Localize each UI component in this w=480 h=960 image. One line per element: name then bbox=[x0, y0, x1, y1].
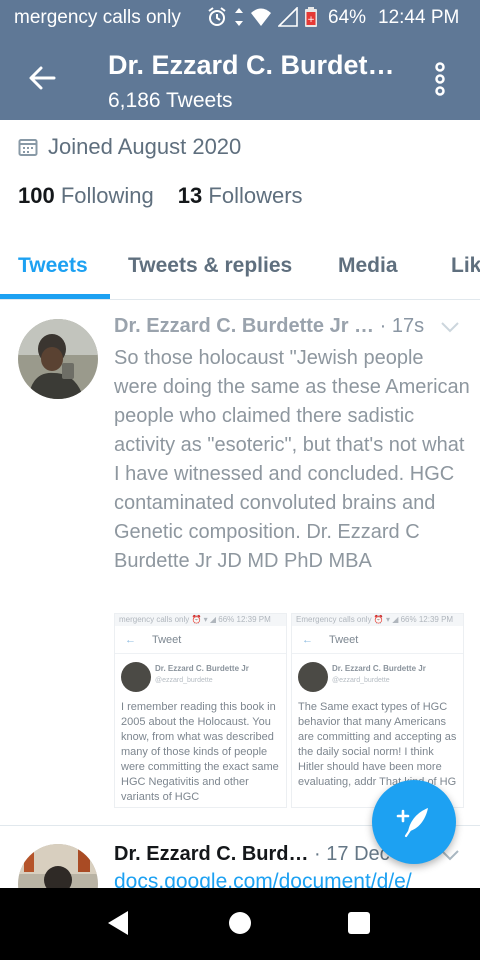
media-author-handle: @ezzard_burdette bbox=[332, 677, 390, 684]
media-author-name: Dr. Ezzard C. Burdette Jr bbox=[155, 664, 249, 673]
tweet-author-name[interactable]: Dr. Ezzard C. Burd… bbox=[114, 843, 308, 865]
more-vertical-icon[interactable] bbox=[432, 62, 448, 96]
media-avatar bbox=[121, 662, 151, 692]
tab-likes[interactable]: Lik bbox=[451, 254, 480, 278]
nav-recents-icon[interactable] bbox=[348, 912, 370, 934]
carrier-text: mergency calls only bbox=[14, 7, 181, 28]
status-icons: + bbox=[206, 6, 318, 28]
back-arrow-icon[interactable] bbox=[26, 62, 58, 94]
avatar[interactable] bbox=[18, 844, 98, 888]
media-tweet-text: I remember reading this book in 2005 abo… bbox=[121, 701, 279, 803]
nav-back-icon[interactable] bbox=[106, 910, 130, 936]
following-link[interactable]: 100 Following bbox=[18, 183, 154, 209]
followers-link[interactable]: 13 Followers bbox=[178, 183, 303, 209]
avatar[interactable] bbox=[18, 319, 98, 399]
followers-label: Followers bbox=[208, 183, 303, 208]
media-status-bar: mergency calls only ⏰ ▾ ◢ 66% 12:39 PM bbox=[115, 614, 286, 626]
wifi-icon bbox=[251, 8, 271, 26]
tab-tweets-and-replies[interactable]: Tweets & replies bbox=[128, 254, 292, 278]
profile-name-title: Dr. Ezzard C. Burdet… bbox=[108, 50, 395, 80]
joined-date: Joined August 2020 bbox=[18, 134, 241, 160]
tweet-time: · 17 Dec bbox=[314, 843, 390, 865]
profile-header: Dr. Ezzard C. Burdet… 6,186 Tweets bbox=[0, 36, 480, 120]
nav-home-icon[interactable] bbox=[229, 912, 251, 934]
status-bar: mergency calls only + 64% 12:44 PM bbox=[0, 0, 480, 36]
media-author-name: Dr. Ezzard C. Burdette Jr bbox=[332, 664, 426, 673]
media-header-title: Tweet bbox=[329, 633, 359, 646]
clock: 12:44 PM bbox=[378, 7, 460, 28]
data-arrows-icon bbox=[235, 8, 243, 26]
compose-quill-icon bbox=[396, 808, 428, 838]
avatar-image bbox=[18, 319, 98, 399]
media-header: ← Tweet bbox=[292, 626, 463, 654]
alarm-icon bbox=[208, 7, 226, 26]
tweet-time: · 17s bbox=[379, 315, 425, 337]
tweet-count: 6,186 Tweets bbox=[108, 89, 233, 112]
signal-icon bbox=[278, 7, 298, 27]
battery-icon: + bbox=[305, 7, 317, 27]
avatar-image bbox=[18, 844, 98, 888]
following-label: Following bbox=[60, 183, 154, 208]
system-navigation-bar bbox=[0, 888, 480, 960]
tweet-media[interactable]: mergency calls only ⏰ ▾ ◢ 66% 12:39 PM ←… bbox=[114, 613, 464, 808]
tweet-text: So those holocaust "Jewish people were d… bbox=[114, 347, 470, 572]
tweet[interactable]: Dr. Ezzard C. Burdette Jr … · 17s So tho… bbox=[0, 300, 480, 826]
tweet-link[interactable]: docs.google.com/document/d/e/ bbox=[114, 870, 412, 888]
joined-text: Joined August 2020 bbox=[48, 134, 242, 159]
media-image[interactable]: Emergency calls only ⏰ ▾ ◢ 66% 12:39 PM … bbox=[291, 613, 464, 808]
back-arrow-icon: ← bbox=[302, 633, 313, 646]
media-header: ← Tweet bbox=[115, 626, 286, 654]
battery-percent: 64% bbox=[328, 7, 367, 28]
tweet-header: Dr. Ezzard C. Burdette Jr … · 17s bbox=[114, 315, 424, 338]
back-arrow-icon: ← bbox=[125, 633, 136, 646]
tweet-author-name[interactable]: Dr. Ezzard C. Burdette Jr … bbox=[114, 315, 374, 337]
media-image[interactable]: mergency calls only ⏰ ▾ ◢ 66% 12:39 PM ←… bbox=[114, 613, 287, 808]
media-status-bar: Emergency calls only ⏰ ▾ ◢ 66% 12:39 PM bbox=[292, 614, 463, 626]
calendar-icon bbox=[18, 139, 38, 156]
follow-stats: 100 Following 13 Followers bbox=[18, 183, 303, 209]
tweet-header: Dr. Ezzard C. Burd… · 17 Dec bbox=[114, 843, 390, 866]
media-author-handle: @ezzard_burdette bbox=[155, 677, 213, 684]
followers-count: 13 bbox=[177, 183, 203, 208]
compose-tweet-button[interactable] bbox=[372, 780, 456, 864]
media-tweet-text: The Same exact types of HGC behavior tha… bbox=[298, 701, 457, 788]
svg-text:+: + bbox=[307, 15, 315, 25]
chevron-down-icon[interactable] bbox=[440, 320, 460, 334]
media-header-title: Tweet bbox=[152, 633, 182, 646]
active-tab-indicator bbox=[0, 294, 110, 299]
tab-tweets[interactable]: Tweets bbox=[18, 254, 88, 278]
profile-tabs: Tweets Tweets & replies Media Lik bbox=[0, 240, 480, 300]
media-avatar bbox=[298, 662, 328, 692]
following-count: 100 bbox=[18, 183, 55, 208]
tab-media[interactable]: Media bbox=[338, 254, 398, 278]
